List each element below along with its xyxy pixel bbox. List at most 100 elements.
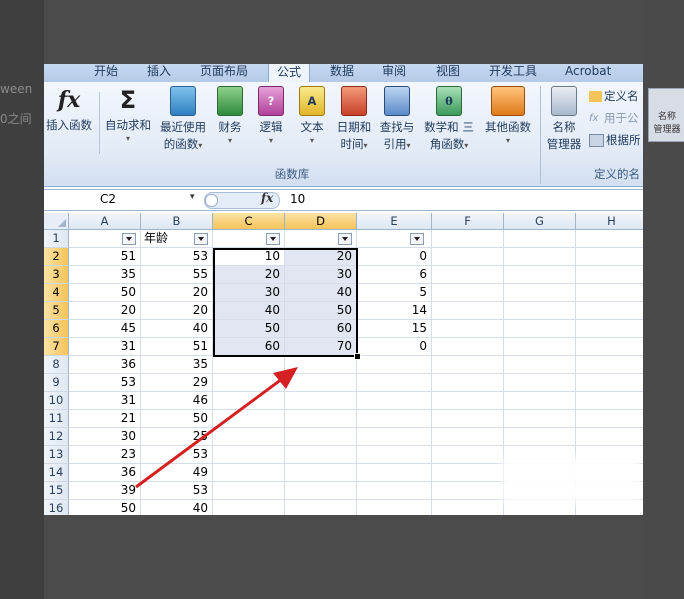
cell-g4[interactable] bbox=[504, 284, 576, 302]
tab-home[interactable]: 开始 bbox=[94, 64, 118, 82]
column-header-a[interactable]: A bbox=[69, 213, 141, 230]
cell-f9[interactable] bbox=[432, 374, 504, 392]
cell-f12[interactable] bbox=[432, 428, 504, 446]
formula-input[interactable]: 10 bbox=[290, 192, 305, 206]
column-header-f[interactable]: F bbox=[432, 213, 504, 230]
cell-f15[interactable] bbox=[432, 482, 504, 500]
cell-d15[interactable] bbox=[285, 482, 357, 500]
cell-h12[interactable] bbox=[576, 428, 643, 446]
logical-button[interactable]: ? 逻辑 ▾ bbox=[255, 86, 287, 146]
cell-a8[interactable]: 36 bbox=[69, 356, 141, 374]
cell-g7[interactable] bbox=[504, 338, 576, 356]
cell-c11[interactable] bbox=[213, 410, 285, 428]
cell-d10[interactable] bbox=[285, 392, 357, 410]
cell-h3[interactable] bbox=[576, 266, 643, 284]
cell-b5[interactable]: 20 bbox=[141, 302, 213, 320]
cell-b6[interactable]: 40 bbox=[141, 320, 213, 338]
cell-d13[interactable] bbox=[285, 446, 357, 464]
math-trig-button[interactable]: θ 数学和 三角函数▾ bbox=[420, 86, 478, 154]
cell-b3[interactable]: 55 bbox=[141, 266, 213, 284]
cell-h10[interactable] bbox=[576, 392, 643, 410]
cell-f14[interactable] bbox=[432, 464, 504, 482]
datetime-button[interactable]: 日期和 时间▾ bbox=[334, 86, 374, 154]
cell-h9[interactable] bbox=[576, 374, 643, 392]
cell-a12[interactable]: 30 bbox=[69, 428, 141, 446]
expand-handle-icon[interactable] bbox=[205, 194, 218, 207]
cell-d3[interactable]: 30 bbox=[285, 266, 357, 284]
cell-c7[interactable]: 60 bbox=[213, 338, 285, 356]
tab-data[interactable]: 数据 bbox=[330, 64, 354, 82]
cell-b7[interactable]: 51 bbox=[141, 338, 213, 356]
cell-e8[interactable] bbox=[357, 356, 432, 374]
cell-f5[interactable] bbox=[432, 302, 504, 320]
filter-dropdown-a[interactable] bbox=[122, 233, 136, 245]
cell-g3[interactable] bbox=[504, 266, 576, 284]
column-header-b[interactable]: B bbox=[141, 213, 213, 230]
row-header-5[interactable]: 5 bbox=[44, 302, 69, 320]
lookup-reference-button[interactable]: 查找与 引用▾ bbox=[377, 86, 417, 154]
column-header-g[interactable]: G bbox=[504, 213, 576, 230]
cell-a16[interactable]: 50 bbox=[69, 500, 141, 515]
cell-e2[interactable]: 0 bbox=[357, 248, 432, 266]
row-header-11[interactable]: 11 bbox=[44, 410, 69, 428]
cell-f11[interactable] bbox=[432, 410, 504, 428]
cell-a3[interactable]: 35 bbox=[69, 266, 141, 284]
cell-f3[interactable] bbox=[432, 266, 504, 284]
cell-g6[interactable] bbox=[504, 320, 576, 338]
cell-e12[interactable] bbox=[357, 428, 432, 446]
cell-e7[interactable]: 0 bbox=[357, 338, 432, 356]
cell-c15[interactable] bbox=[213, 482, 285, 500]
cell-h1[interactable] bbox=[576, 230, 643, 248]
cell-e11[interactable] bbox=[357, 410, 432, 428]
financial-button[interactable]: 财务 ▾ bbox=[214, 86, 246, 146]
cell-f6[interactable] bbox=[432, 320, 504, 338]
cell-e10[interactable] bbox=[357, 392, 432, 410]
cell-b16[interactable]: 40 bbox=[141, 500, 213, 515]
cell-b12[interactable]: 25 bbox=[141, 428, 213, 446]
cell-d14[interactable] bbox=[285, 464, 357, 482]
fill-handle[interactable] bbox=[354, 353, 361, 360]
tab-formulas[interactable]: 公式 bbox=[268, 64, 311, 83]
cell-g8[interactable] bbox=[504, 356, 576, 374]
cell-e3[interactable]: 6 bbox=[357, 266, 432, 284]
cell-a14[interactable]: 36 bbox=[69, 464, 141, 482]
cell-d8[interactable] bbox=[285, 356, 357, 374]
cell-c13[interactable] bbox=[213, 446, 285, 464]
tab-acrobat[interactable]: Acrobat bbox=[565, 64, 611, 82]
cell-g2[interactable] bbox=[504, 248, 576, 266]
cell-a7[interactable]: 31 bbox=[69, 338, 141, 356]
cell-a15[interactable]: 39 bbox=[69, 482, 141, 500]
cell-b8[interactable]: 35 bbox=[141, 356, 213, 374]
recent-functions-button[interactable]: 最近使用 的函数▾ bbox=[156, 86, 210, 154]
cell-d2[interactable]: 20 bbox=[285, 248, 357, 266]
cell-f4[interactable] bbox=[432, 284, 504, 302]
cell-g5[interactable] bbox=[504, 302, 576, 320]
more-functions-button[interactable]: 其他函数 ▾ bbox=[481, 86, 535, 146]
cell-b14[interactable]: 49 bbox=[141, 464, 213, 482]
autosum-button[interactable]: Σ 自动求和 ▾ bbox=[102, 86, 154, 144]
cell-f2[interactable] bbox=[432, 248, 504, 266]
cell-e9[interactable] bbox=[357, 374, 432, 392]
row-header-15[interactable]: 15 bbox=[44, 482, 69, 500]
name-box-dropdown-icon[interactable]: ▾ bbox=[190, 192, 195, 202]
cell-a10[interactable]: 31 bbox=[69, 392, 141, 410]
cell-a13[interactable]: 23 bbox=[69, 446, 141, 464]
column-header-e[interactable]: E bbox=[357, 213, 432, 230]
cell-f10[interactable] bbox=[432, 392, 504, 410]
row-header-9[interactable]: 9 bbox=[44, 374, 69, 392]
row-header-13[interactable]: 13 bbox=[44, 446, 69, 464]
cell-e13[interactable] bbox=[357, 446, 432, 464]
cell-c9[interactable] bbox=[213, 374, 285, 392]
cell-e15[interactable] bbox=[357, 482, 432, 500]
tab-view[interactable]: 视图 bbox=[436, 64, 460, 82]
cell-h7[interactable] bbox=[576, 338, 643, 356]
cell-d7[interactable]: 70 bbox=[285, 338, 357, 356]
filter-dropdown-d[interactable] bbox=[338, 233, 352, 245]
column-header-c[interactable]: C bbox=[213, 213, 285, 230]
cell-b4[interactable]: 20 bbox=[141, 284, 213, 302]
cell-f1[interactable] bbox=[432, 230, 504, 248]
cell-a2[interactable]: 51 bbox=[69, 248, 141, 266]
row-header-6[interactable]: 6 bbox=[44, 320, 69, 338]
cell-c3[interactable]: 20 bbox=[213, 266, 285, 284]
cell-f7[interactable] bbox=[432, 338, 504, 356]
